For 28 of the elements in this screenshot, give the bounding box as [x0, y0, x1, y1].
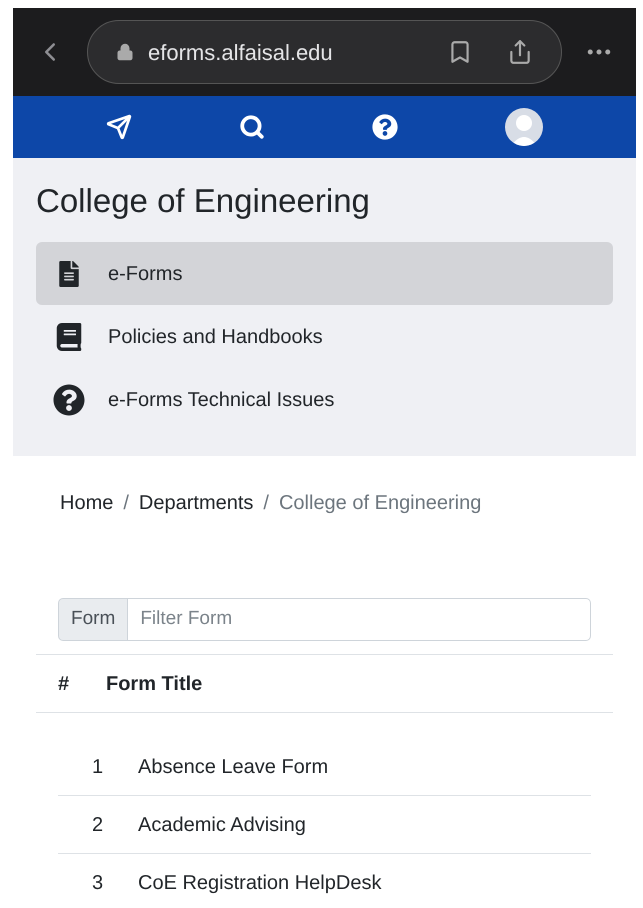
breadcrumb-current: College of Engineering [278, 491, 482, 516]
help-icon[interactable] [372, 114, 398, 140]
form-title-link[interactable]: Absence Leave Form [138, 752, 328, 782]
avatar-icon[interactable] [504, 108, 543, 146]
book-icon [55, 322, 83, 350]
filter-field[interactable]: Filter Form [128, 598, 591, 641]
sidebar-item[interactable]: Policies and Handbooks [36, 305, 613, 368]
breadcrumb-link[interactable]: Departments [138, 488, 254, 518]
row-number: 1 [91, 754, 104, 780]
breadcrumb-link[interactable]: Home [60, 488, 114, 518]
address-bar[interactable]: eforms.alfaisal.edu [87, 20, 562, 84]
breadcrumb-separator: / [123, 491, 129, 516]
form-title-link[interactable]: CoE Registration HelpDesk [138, 868, 382, 898]
sidebar-item[interactable]: e-Forms Technical Issues [36, 368, 613, 431]
url-text: eforms.alfaisal.edu [148, 38, 334, 66]
sidebar-item[interactable]: e-Forms [36, 242, 613, 305]
send-icon[interactable] [106, 114, 132, 140]
row-number: 2 [91, 812, 104, 838]
column-header: Form Title [106, 672, 202, 696]
row-number: 3 [91, 871, 104, 896]
help-icon [53, 384, 85, 416]
breadcrumb-separator: / [263, 491, 269, 516]
form-title-link[interactable]: Academic Advising [138, 810, 306, 840]
column-header: # [58, 672, 70, 696]
lock-icon [116, 43, 134, 61]
college-title: College of Engineering [36, 181, 371, 221]
search-icon[interactable] [239, 114, 266, 140]
filter-label: Form [58, 598, 128, 641]
